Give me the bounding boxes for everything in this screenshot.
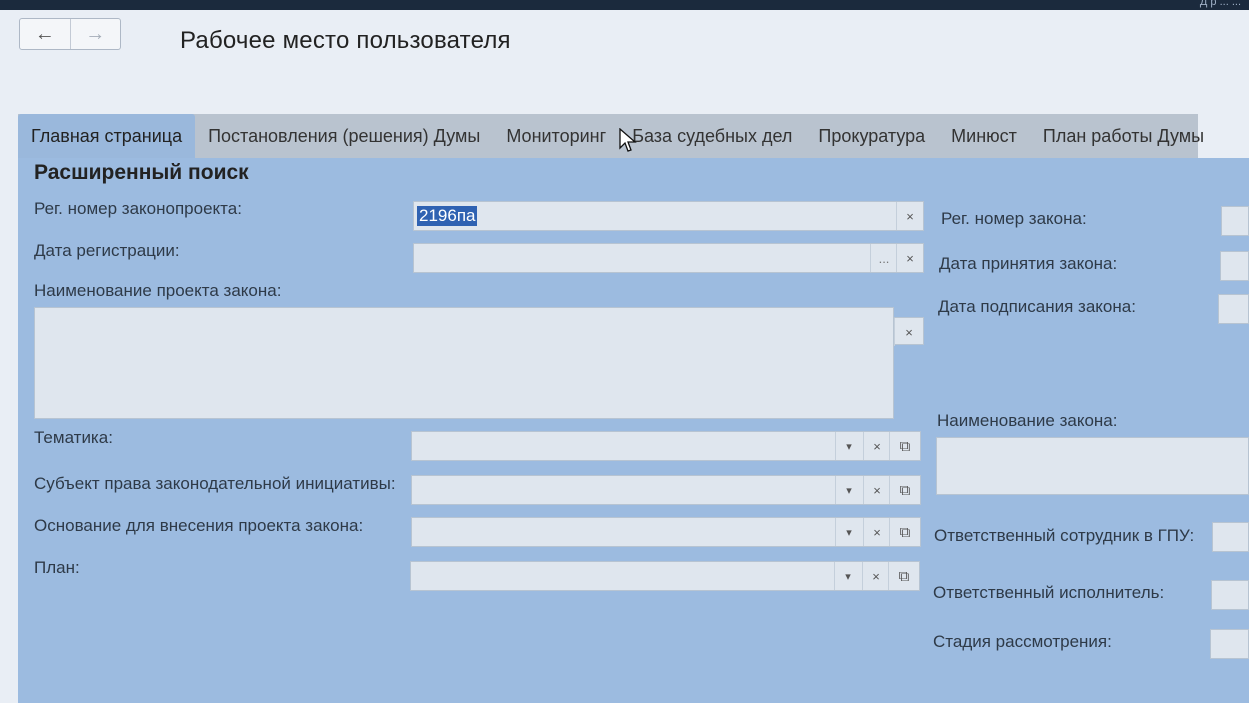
mouse-pointer-icon <box>619 128 637 152</box>
reg-number-label: Рег. номер законопроекта: <box>34 199 242 218</box>
reg-date-field[interactable]: ... × <box>413 243 924 273</box>
chevron-down-icon[interactable]: ▾ <box>834 562 861 590</box>
top-strip-text: Д р ... ... <box>1199 0 1241 8</box>
law-signing-date-label: Дата подписания закона: <box>938 297 1136 316</box>
tab-court-cases[interactable]: База судебных дел <box>619 114 805 158</box>
tab-duma-work-plan[interactable]: План работы Думы <box>1030 114 1217 158</box>
topic-label: Тематика: <box>34 428 113 447</box>
chevron-down-icon[interactable]: ▾ <box>835 432 862 460</box>
open-form-icon[interactable]: ⧉ <box>888 562 919 590</box>
clear-icon: × <box>894 318 923 346</box>
executor-field[interactable] <box>1211 580 1249 610</box>
submission-basis-combobox[interactable]: ▾ × ⧉ <box>411 517 921 547</box>
gpu-employee-field[interactable] <box>1212 522 1249 552</box>
clear-icon[interactable]: × <box>862 562 889 590</box>
back-button[interactable]: ← <box>20 19 70 49</box>
law-reg-number-field[interactable] <box>1221 206 1249 236</box>
executor-label: Ответственный исполнитель: <box>933 583 1165 602</box>
section-title: Расширенный поиск <box>34 161 249 184</box>
gpu-employee-label: Ответственный сотрудник в ГПУ: <box>934 526 1195 545</box>
tab-monitoring[interactable]: Мониторинг <box>493 114 619 158</box>
stage-label: Стадия рассмотрения: <box>933 632 1112 651</box>
law-adoption-date-label: Дата принятия закона: <box>939 254 1118 273</box>
topic-combobox[interactable]: ▾ × ⧉ <box>411 431 921 461</box>
reg-date-label: Дата регистрации: <box>34 241 180 260</box>
plan-label: План: <box>34 558 80 577</box>
law-name-label: Наименование закона: <box>937 411 1118 430</box>
initiative-subject-combobox[interactable]: ▾ × ⧉ <box>411 475 921 505</box>
law-signing-date-field[interactable] <box>1218 294 1249 324</box>
open-form-icon[interactable]: ⧉ <box>889 518 920 546</box>
chevron-down-icon[interactable]: ▾ <box>835 518 862 546</box>
clear-icon[interactable]: × <box>863 432 890 460</box>
law-adoption-date-field[interactable] <box>1220 251 1249 281</box>
back-arrow-icon: ← <box>34 22 55 45</box>
tab-duma-resolutions[interactable]: Постановления (решения) Думы <box>195 114 493 158</box>
chevron-down-icon[interactable]: ▾ <box>835 476 862 504</box>
clear-icon[interactable]: × <box>863 518 890 546</box>
bill-name-label: Наименование проекта закона: <box>34 281 282 300</box>
initiative-subject-label: Субъект права законодательной инициативы… <box>34 474 396 493</box>
forward-arrow-icon: → <box>85 22 106 45</box>
stage-field[interactable] <box>1210 629 1249 659</box>
forward-button[interactable]: → <box>69 19 121 49</box>
reg-number-value: 2196па <box>417 206 478 226</box>
open-form-icon[interactable]: ⧉ <box>889 476 920 504</box>
plan-combobox[interactable]: ▾ × ⧉ <box>410 561 920 591</box>
clear-icon[interactable]: × <box>863 476 890 504</box>
clear-icon[interactable]: × <box>896 244 923 272</box>
clear-icon[interactable]: × <box>896 202 923 230</box>
page-title: Рабочее место пользователя <box>180 27 511 54</box>
law-name-textarea[interactable] <box>936 437 1249 495</box>
open-form-icon[interactable]: ⧉ <box>889 432 920 460</box>
more-icon[interactable]: ... <box>870 244 897 272</box>
reg-number-field[interactable]: 2196па × <box>413 201 924 231</box>
bill-name-textarea[interactable] <box>34 307 894 419</box>
tab-prosecutor[interactable]: Прокуратура <box>805 114 938 158</box>
submission-basis-label: Основание для внесения проекта закона: <box>34 516 364 535</box>
tab-ministry-of-justice[interactable]: Минюст <box>938 114 1030 158</box>
top-strip: Д р ... ... <box>0 0 1249 10</box>
tab-main-page[interactable]: Главная страница <box>18 114 196 158</box>
law-reg-number-label: Рег. номер закона: <box>941 209 1087 228</box>
bill-name-clear-button[interactable]: × <box>894 317 924 346</box>
tab-strip: Главная страница Постановления (решения)… <box>18 114 1204 158</box>
history-nav: ← → <box>19 18 121 50</box>
